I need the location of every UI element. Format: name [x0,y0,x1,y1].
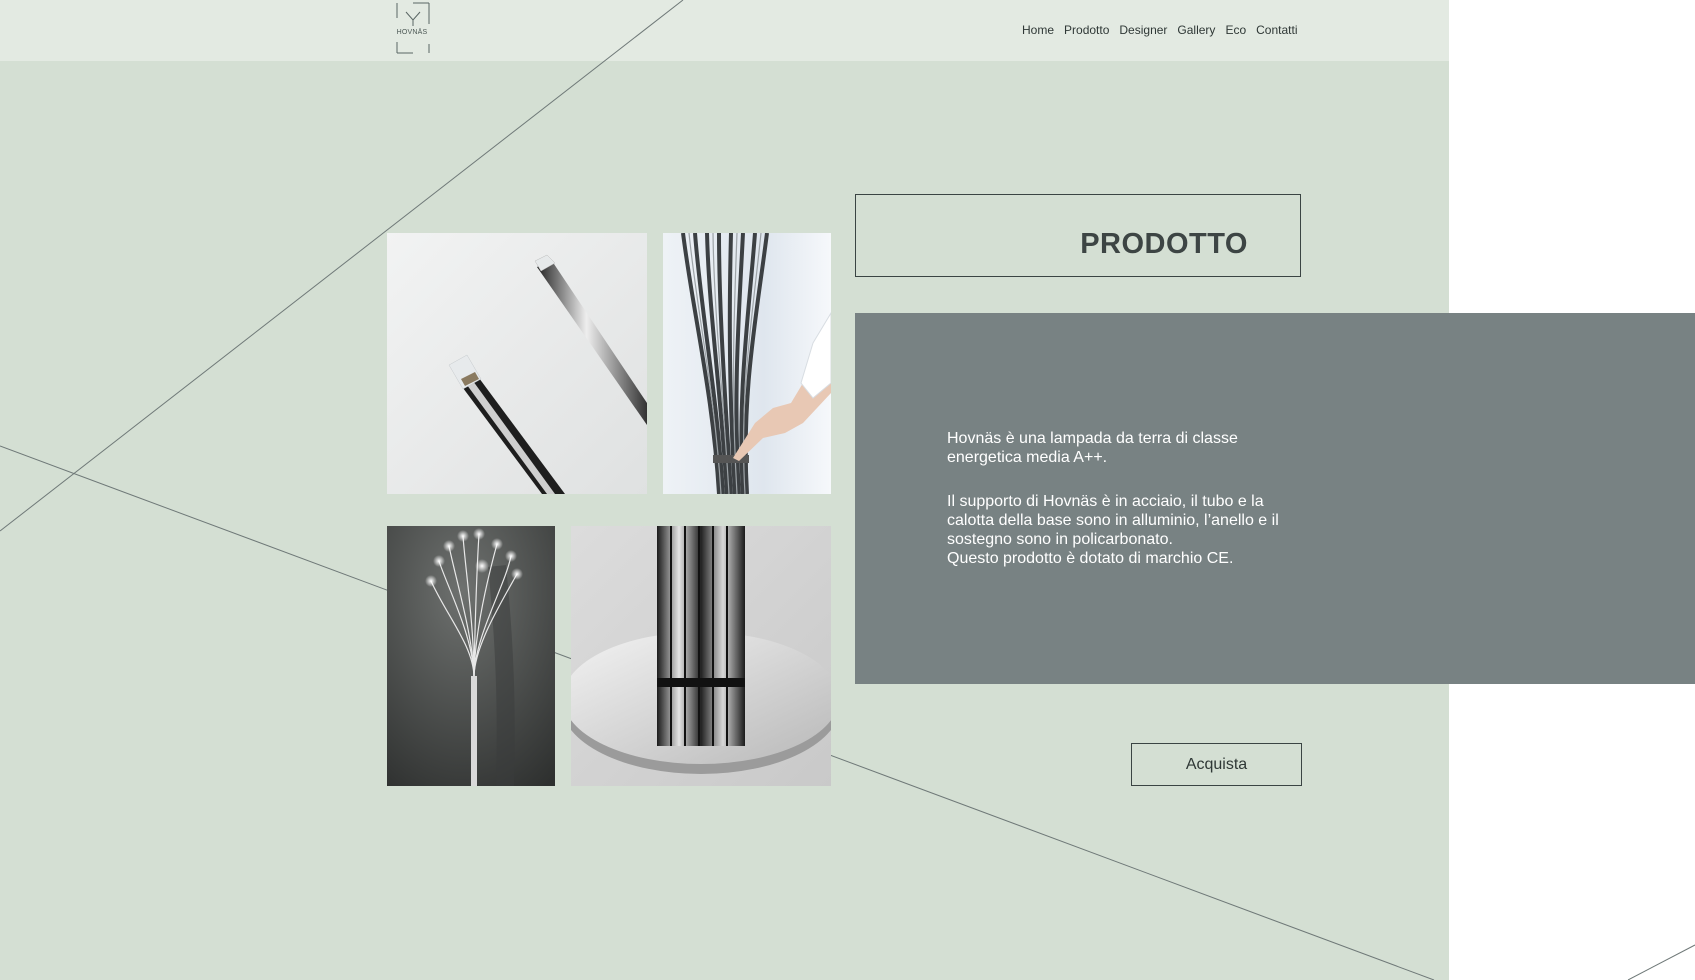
hand-touching-lamp-photo[interactable] [663,233,831,494]
description-line: Questo prodotto è dotato di marchio CE. [947,550,1234,567]
description-line: Il supporto di Hovnäs è in acciaio, il t… [947,493,1264,510]
brand-logo[interactable]: HOVNÄS [393,2,431,54]
nav-item-gallery[interactable]: Gallery [1177,23,1215,37]
description-paragraph-2: Il supporto di Hovnäs è in acciaio, il t… [947,492,1287,568]
product-info-panel: Hovnäs è una lampada da terra di classe … [855,313,1695,684]
section-title-box: PRODOTTO [855,194,1301,277]
lit-floor-lamp-photo[interactable] [387,526,555,786]
nav-item-prodotto[interactable]: Prodotto [1064,23,1109,37]
buy-button[interactable]: Acquista [1131,743,1302,786]
nav-item-home[interactable]: Home [1022,23,1054,37]
main-nav: Home Prodotto Designer Gallery Eco Conta… [1022,23,1297,37]
nav-item-contatti[interactable]: Contatti [1256,23,1297,37]
description-line: energetica media A++. [947,449,1108,466]
description-line: calotta della base sono in alluminio, l’… [947,512,1279,529]
description-line: sostegno sono in policarbonato. [947,531,1173,548]
page-title: PRODOTTO [1080,228,1248,260]
nav-item-eco[interactable]: Eco [1225,23,1246,37]
product-description: Hovnäs è una lampada da terra di classe … [947,429,1287,593]
lamp-tips-photo[interactable] [387,233,647,494]
logo-mark-icon [396,2,430,54]
logo-text: HOVNÄS [396,29,428,36]
description-paragraph-1: Hovnäs è una lampada da terra di classe … [947,429,1287,467]
nav-item-designer[interactable]: Designer [1119,23,1167,37]
description-line: Hovnäs è una lampada da terra di classe [947,430,1238,447]
lamp-base-photo[interactable] [571,526,831,786]
